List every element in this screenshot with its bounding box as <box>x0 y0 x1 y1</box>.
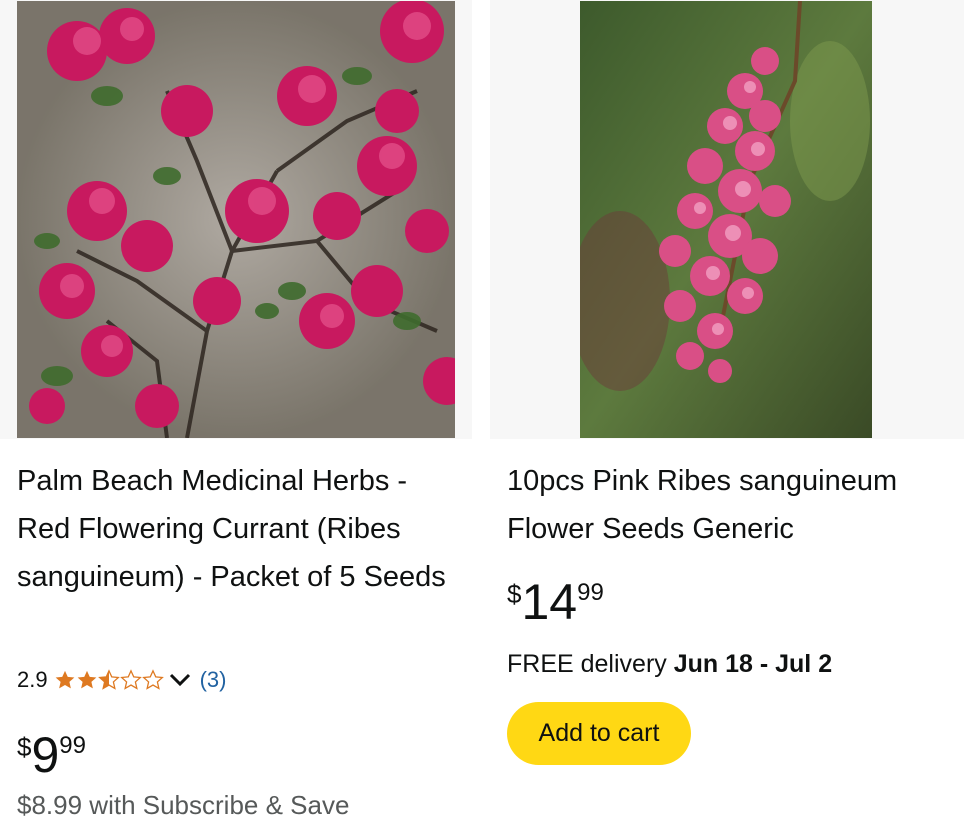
star-empty-icon <box>141 669 164 690</box>
product-image-pink-ribes[interactable] <box>580 1 872 438</box>
rating-count-link[interactable]: (3) <box>200 667 227 693</box>
product-card-2[interactable]: 10pcs Pink Ribes sanguineum Flower Seeds… <box>490 0 964 765</box>
chevron-down-icon[interactable] <box>168 670 192 690</box>
price-symbol: $ <box>17 732 32 762</box>
price-fraction: 99 <box>577 579 604 606</box>
price: $ 9 99 <box>17 730 86 780</box>
price-symbol: $ <box>507 579 522 609</box>
product-image-red-flowering-currant[interactable] <box>17 1 455 438</box>
delivery-dates: Jun 18 - Jul 2 <box>673 650 833 678</box>
price-whole: 9 <box>31 727 60 783</box>
product-image-container[interactable] <box>0 0 472 439</box>
price: $ 14 99 <box>507 577 604 627</box>
product-card-1[interactable]: Palm Beach Medicinal Herbs - Red Floweri… <box>0 0 472 820</box>
star-empty-icon <box>119 669 142 690</box>
subscribe-save-price: $8.99 with Subscribe & Save <box>17 790 350 820</box>
star-full-icon <box>77 670 96 689</box>
rating-value: 2.9 <box>17 667 48 692</box>
product-title[interactable]: 10pcs Pink Ribes sanguineum Flower Seeds… <box>507 457 957 553</box>
product-image-container[interactable] <box>490 0 964 439</box>
rating-row: 2.9 (3) <box>17 664 226 696</box>
star-half-icon <box>97 669 120 690</box>
add-to-cart-button[interactable]: Add to cart <box>507 702 691 765</box>
price-whole: 14 <box>521 574 578 630</box>
star-full-icon <box>55 670 74 689</box>
product-title[interactable]: Palm Beach Medicinal Herbs - Red Floweri… <box>17 457 467 601</box>
delivery-info: FREE delivery Jun 18 - Jul 2 <box>507 650 832 679</box>
delivery-prefix: FREE delivery <box>507 650 674 678</box>
star-rating[interactable] <box>54 669 200 691</box>
price-fraction: 99 <box>59 732 86 759</box>
